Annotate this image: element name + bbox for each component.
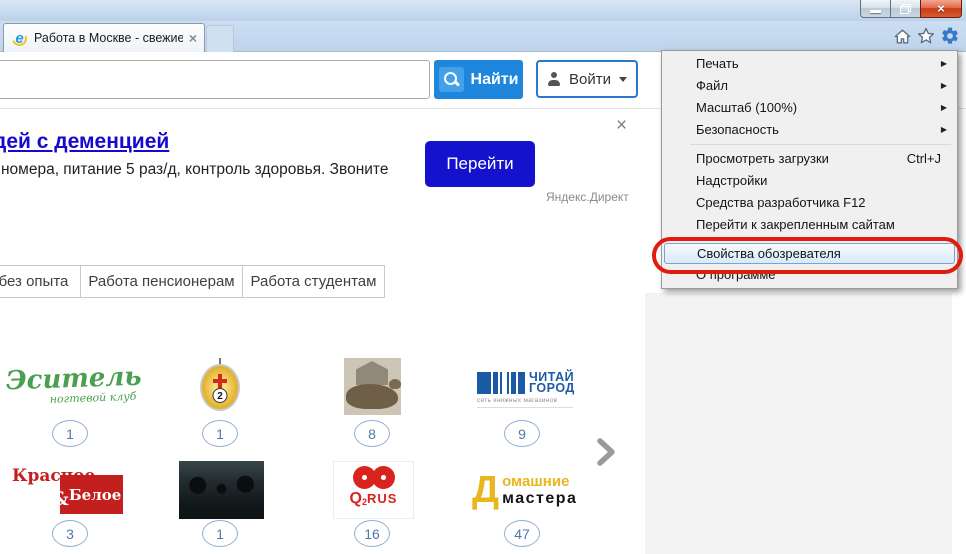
menu-item-about[interactable]: О программе <box>662 264 957 286</box>
ad-headline-link[interactable]: дей с деменцией <box>0 130 169 154</box>
shortcut-label: Ctrl+J <box>907 148 941 170</box>
minimize-icon <box>870 10 881 13</box>
kb-word2: Белое <box>69 486 122 504</box>
dm-letter-icon: Д <box>472 473 499 507</box>
count-badge: 1 <box>52 420 88 447</box>
window-controls: × <box>861 0 962 18</box>
tab-bar: e Работа в Москве - свежие... × <box>0 21 966 52</box>
filter-tab-no-experience[interactable]: без опыта <box>0 265 81 298</box>
logo-domashnie-mastera[interactable]: Д омашние мастера <box>472 473 578 507</box>
browser-window: × e Работа в Москве - свежие... × Найти … <box>0 0 966 554</box>
count-badge: 9 <box>504 420 540 447</box>
menu-separator <box>690 144 951 145</box>
search-input[interactable] <box>0 60 430 99</box>
login-button-label: Войти <box>569 71 611 88</box>
submenu-arrow-icon: ▶ <box>941 75 947 97</box>
logo-swat-photo[interactable] <box>179 461 264 519</box>
tools-menu: Печать ▶ Файл ▶ Масштаб (100%) ▶ Безопас… <box>661 50 958 289</box>
right-background-panel <box>645 293 952 554</box>
submenu-arrow-icon: ▶ <box>941 97 947 119</box>
logo-chitai-gorod[interactable]: ЧИТАЙ ГОРОД сеть книжных магазинов <box>477 372 573 408</box>
tab-close-icon[interactable]: × <box>189 31 197 45</box>
count-badge: 1 <box>202 520 238 547</box>
minimize-button[interactable] <box>860 0 891 18</box>
logo-esitel[interactable]: Эситель ногтевой клуб <box>3 365 144 408</box>
logo-qrus[interactable]: Q2RUS <box>333 461 414 519</box>
logo-emblem-badge[interactable]: 2 <box>198 358 242 414</box>
submenu-arrow-icon: ▶ <box>941 53 947 75</box>
count-badge: 47 <box>504 520 540 547</box>
menu-separator <box>690 239 951 240</box>
favorites-star-icon[interactable] <box>916 26 936 46</box>
kb-ampersand: & <box>52 488 69 510</box>
close-icon: × <box>937 1 945 17</box>
ad-close-icon[interactable]: × <box>616 116 627 135</box>
count-badge: 8 <box>354 420 390 447</box>
emblem-number: 2 <box>213 388 228 403</box>
dm-line1: омашние <box>502 474 577 490</box>
find-button-label: Найти <box>471 71 519 89</box>
menu-item-zoom[interactable]: Масштаб (100%) ▶ <box>662 97 957 119</box>
count-badge: 3 <box>52 520 88 547</box>
menu-item-pinned-sites[interactable]: Перейти к закрепленным сайтам <box>662 214 957 236</box>
person-icon <box>547 72 561 86</box>
count-badge: 1 <box>202 420 238 447</box>
ad-cta-button[interactable]: Перейти <box>425 141 535 187</box>
count-badge: 16 <box>354 520 390 547</box>
menu-item-developer-tools[interactable]: Средства разработчика F12 <box>662 192 957 214</box>
menu-item-internet-options[interactable]: Свойства обозревателя <box>664 243 955 264</box>
tab-title: Работа в Москве - свежие... <box>34 31 183 45</box>
menu-item-view-downloads[interactable]: Просмотреть загрузки Ctrl+J <box>662 148 957 170</box>
submenu-arrow-icon: ▶ <box>941 119 947 141</box>
logo-turtle-photo[interactable] <box>344 358 401 415</box>
red-cross-icon <box>213 374 227 388</box>
restore-button[interactable] <box>890 0 921 18</box>
filter-tab-students[interactable]: Работа студентам <box>242 265 385 298</box>
qrus-rus: RUS <box>367 491 397 506</box>
ad-description: номера, питание 5 раз/д, контроль здоров… <box>1 161 388 179</box>
close-window-button[interactable]: × <box>920 0 962 18</box>
magnifier-icon <box>439 67 464 92</box>
menu-item-safety[interactable]: Безопасность ▶ <box>662 119 957 141</box>
browser-tab[interactable]: e Работа в Москве - свежие... × <box>3 23 205 52</box>
logo-krasnoe-beloe[interactable]: Красное & Белое <box>12 466 124 516</box>
menu-item-addons[interactable]: Надстройки <box>662 170 957 192</box>
carousel-next-icon[interactable] <box>594 437 618 467</box>
dm-line2: мастера <box>502 490 577 507</box>
home-icon[interactable] <box>892 26 912 46</box>
ie-logo-icon: e <box>11 30 28 47</box>
tools-gear-icon[interactable] <box>940 26 960 46</box>
restore-icon <box>900 4 911 14</box>
command-icons <box>892 26 960 46</box>
menu-item-file[interactable]: Файл ▶ <box>662 75 957 97</box>
find-button[interactable]: Найти <box>434 60 523 99</box>
ad-attribution: Яндекс.Директ <box>546 190 629 204</box>
new-tab-button[interactable] <box>206 25 234 53</box>
qrus-q: Q <box>350 490 362 507</box>
chevron-down-icon <box>619 77 627 82</box>
chitai-line2: ГОРОД <box>529 383 575 394</box>
chitai-gorod-bars-icon <box>477 372 525 394</box>
filter-tab-pensioners[interactable]: Работа пенсионерам <box>80 265 243 298</box>
menu-item-print[interactable]: Печать ▶ <box>662 53 957 75</box>
qrus-tires-icon <box>334 466 413 489</box>
login-button[interactable]: Войти <box>536 60 638 98</box>
title-bar <box>0 0 966 21</box>
chitai-subtitle: сеть книжных магазинов <box>477 397 573 408</box>
